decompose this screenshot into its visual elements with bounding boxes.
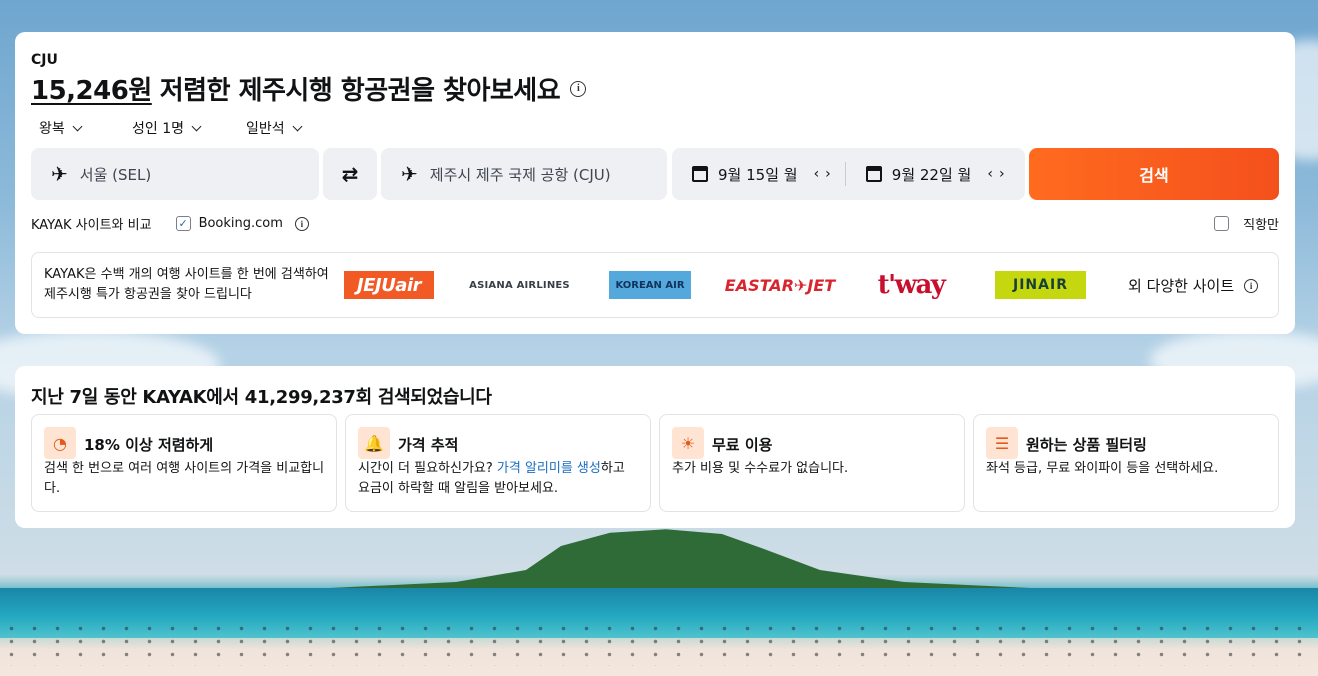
lowest-price-link[interactable]: 15,246원 [31, 70, 152, 107]
jeju-air-logo: JEJUair [344, 271, 434, 299]
search-count: 41,299,237 [244, 387, 356, 408]
asiana-airlines-logo: ASIANA AIRLINES [469, 279, 570, 291]
passengers-label: 성인 1명 [132, 121, 184, 137]
calendar-icon [865, 166, 882, 182]
origin-field[interactable]: ✈ 서울 (SEL) [31, 148, 319, 200]
feature-title: 18% 이상 저렴하게 [84, 436, 214, 454]
destination-value: 제주시 제주 국제 공항 (CJU) [429, 165, 611, 184]
cabin-class-label: 일반석 [246, 121, 285, 137]
direct-only-label: 직항만 [1243, 218, 1279, 233]
chevron-down-icon [191, 121, 202, 131]
price-alert-link[interactable]: 가격 알리미를 생성 [497, 461, 601, 476]
piggy-bank-icon: ◔ [44, 427, 76, 459]
compare-label: KAYAK 사이트와 비교 [31, 218, 152, 233]
filter-sliders-icon: ☰ [986, 427, 1018, 459]
feature-description: 좌석 등급, 무료 와이파이 등을 선택하세요. [986, 461, 1219, 476]
booking-checkbox[interactable]: ✓ [175, 216, 191, 231]
stats-title: 지난 7일 동안 KAYAK에서 41,299,237회 검색되었습니다 [31, 383, 492, 409]
landing-plane-icon: ✈ [401, 162, 418, 186]
takeoff-plane-icon: ✈ [51, 162, 68, 186]
bell-icon: 🔔 [358, 427, 390, 459]
stats-title-prefix: 지난 7일 동안 KAYAK에서 [31, 387, 245, 408]
swap-button[interactable]: ⇄ [323, 148, 377, 200]
feature-title: 원하는 상품 필터링 [1026, 436, 1147, 454]
feature-description-text: 시간이 더 필요하신가요? [358, 461, 497, 476]
feature-card-filtering: ☰ 원하는 상품 필터링 좌석 등급, 무료 와이파이 등을 선택하세요. [973, 414, 1279, 512]
info-icon[interactable]: i [570, 80, 587, 97]
stats-title-suffix: 회 검색되었습니다 [355, 387, 492, 408]
feature-card-savings: ◔ 18% 이상 저렴하게 검색 한 번으로 여러 여행 사이트의 가격을 비교… [31, 414, 337, 512]
origin-value: 서울 (SEL) [79, 165, 152, 184]
background-beachgoers [0, 622, 1318, 666]
trip-options: 왕복 성인 1명 일반석 [39, 118, 303, 138]
date-range-field: 9월 15일 월 ‹› 9월 22일 월 ‹› [672, 148, 1025, 200]
info-icon[interactable]: i [294, 216, 309, 231]
booking-label[interactable]: Booking.com [199, 216, 283, 231]
more-sites: 외 다양한 사이트 i [1128, 275, 1259, 296]
chevron-down-icon [292, 121, 303, 131]
feature-card-free: ☀ 무료 이용 추가 비용 및 수수료가 없습니다. [659, 414, 965, 512]
return-date[interactable]: 9월 22일 월 [892, 164, 972, 185]
calendar-icon [692, 166, 708, 182]
date-divider [844, 162, 846, 186]
airline-partners: KAYAK은 수백 개의 여행 사이트를 한 번에 검색하여 제주시행 특가 항… [31, 252, 1279, 318]
page-title-text: 저렴한 제주시행 항공권을 찾아보세요 [159, 76, 561, 106]
feature-description: 추가 비용 및 수수료가 없습니다. [672, 461, 849, 476]
trip-type-dropdown[interactable]: 왕복 [39, 118, 132, 138]
compare-sites: KAYAK 사이트와 비교 ✓ Booking.com i [31, 214, 309, 233]
flight-search-card: CJU 15,246원 저렴한 제주시행 항공권을 찾아보세요 i 왕복 성인 … [15, 32, 1295, 334]
return-date-stepper[interactable]: ‹› [987, 166, 1010, 182]
feature-description: 시간이 더 필요하신가요? 가격 알리미를 생성하고 요금이 하락할 때 알림을… [358, 459, 640, 499]
chevron-down-icon [72, 121, 83, 131]
tway-logo: t'way [877, 270, 946, 300]
eastar-jet-logo: EASTAR✈JET [724, 275, 836, 295]
korean-air-logo: KOREAN AIR [609, 271, 691, 299]
direct-only-option[interactable]: 직항만 [1214, 214, 1279, 233]
direct-only-checkbox[interactable] [1214, 216, 1230, 231]
cabin-class-dropdown[interactable]: 일반석 [246, 118, 303, 138]
swap-arrows-icon: ⇄ [341, 162, 359, 186]
feature-card-price-tracking: 🔔 가격 추적 시간이 더 필요하신가요? 가격 알리미를 생성하고 요금이 하… [345, 414, 651, 512]
search-button[interactable]: 검색 [1029, 148, 1279, 200]
search-stats-card: 지난 7일 동안 KAYAK에서 41,299,237회 검색되었습니다 ◔ 1… [15, 366, 1295, 528]
airport-code: CJU [31, 52, 58, 68]
info-icon[interactable]: i [1244, 278, 1259, 293]
feature-description: 검색 한 번으로 여러 여행 사이트의 가격을 비교합니다. [44, 461, 325, 496]
more-sites-label: 외 다양한 사이트 [1128, 277, 1235, 295]
lightbulb-icon: ☀ [672, 427, 704, 459]
airline-partners-description: KAYAK은 수백 개의 여행 사이트를 한 번에 검색하여 제주시행 특가 항… [44, 267, 329, 302]
feature-title: 무료 이용 [712, 436, 773, 454]
jin-air-logo: JINAIR [995, 271, 1086, 299]
feature-title: 가격 추적 [398, 436, 459, 454]
background-island [330, 529, 1030, 588]
depart-date-stepper[interactable]: ‹› [814, 166, 837, 182]
depart-date[interactable]: 9월 15일 월 [718, 164, 798, 185]
page-title: 15,246원 저렴한 제주시행 항공권을 찾아보세요 i [31, 70, 587, 107]
trip-type-label: 왕복 [39, 121, 65, 137]
passengers-dropdown[interactable]: 성인 1명 [132, 118, 246, 138]
destination-field[interactable]: ✈ 제주시 제주 국제 공항 (CJU) [381, 148, 667, 200]
